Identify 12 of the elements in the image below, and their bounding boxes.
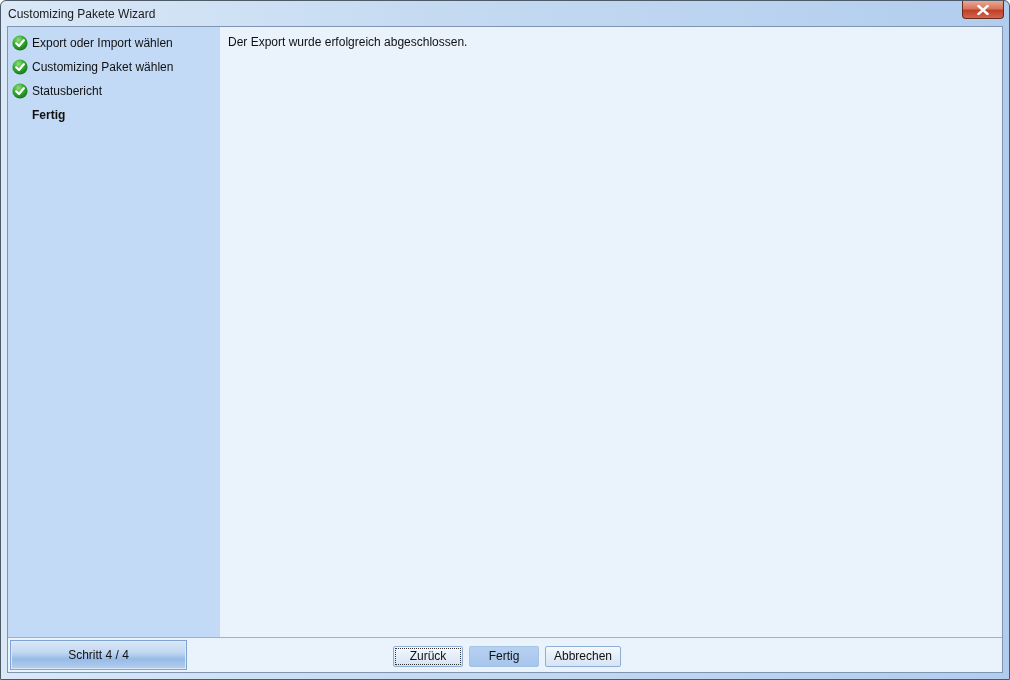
wizard-button[interactable]: Zurück [393, 645, 463, 667]
close-icon [977, 4, 989, 15]
step-label: Customizing Paket wählen [32, 60, 174, 74]
step-counter: Schritt 4 / 4 [10, 640, 187, 670]
close-button[interactable] [962, 1, 1004, 19]
wizard-button[interactable]: Fertig [469, 645, 539, 667]
status-message: Der Export wurde erfolgreich abgeschlossen. [228, 35, 468, 49]
step-label: Export oder Import wählen [32, 36, 173, 50]
wizard-button[interactable]: Abbrechen [545, 645, 622, 667]
window-title: Customizing Pakete Wizard [8, 7, 156, 21]
step-label: Fertig [32, 108, 66, 122]
step-label: Statusbericht [32, 84, 103, 98]
